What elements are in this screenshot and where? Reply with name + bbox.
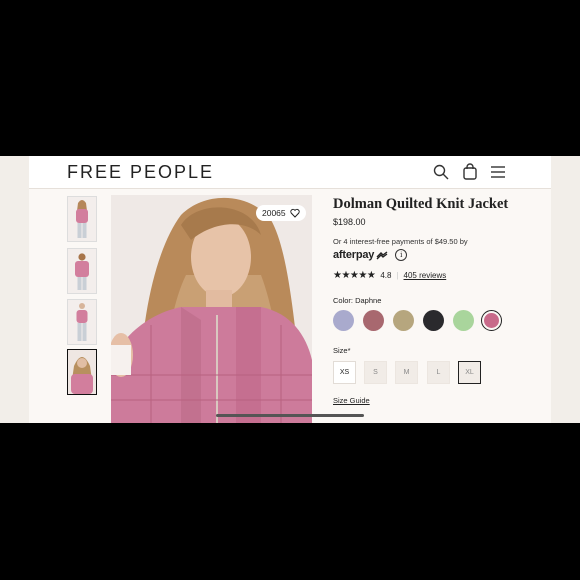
installment-text: Or 4 interest-free payments of $49.50 by — [333, 237, 468, 246]
swatch-dot — [453, 310, 474, 331]
product-page: FREE PEOPLE 20065 Dolman Quilted Knit Ja… — [29, 156, 551, 423]
swatch-dot — [484, 313, 499, 328]
size-option-l[interactable]: L — [427, 361, 450, 384]
afterpay-row: afterpay i — [333, 249, 543, 261]
color-swatch-2[interactable] — [363, 310, 384, 331]
color-swatch-1[interactable] — [333, 310, 354, 331]
size-option-xl[interactable]: XL — [458, 361, 481, 384]
size-option-s[interactable]: S — [364, 361, 387, 384]
product-info: Dolman Quilted Knit Jacket $198.00 Or 4 … — [333, 196, 543, 405]
color-swatch-5[interactable] — [453, 310, 474, 331]
thumbnail-2[interactable] — [67, 248, 97, 294]
info-icon[interactable]: i — [395, 249, 408, 261]
product-price: $198.00 — [333, 217, 366, 227]
color-swatch-6[interactable] — [481, 310, 502, 331]
swatch-dot — [363, 310, 384, 331]
rating-divider: | — [396, 271, 399, 280]
color-swatch-4[interactable] — [423, 310, 444, 331]
size-option-m[interactable]: M — [395, 361, 418, 384]
afterpay-logo: afterpay — [333, 249, 375, 261]
heart-icon — [289, 208, 300, 218]
horizontal-scrollbar[interactable] — [216, 414, 364, 417]
site-header: FREE PEOPLE — [29, 156, 551, 189]
swatch-dot — [423, 310, 444, 331]
color-swatch-3[interactable] — [393, 310, 414, 331]
size-label: Size* — [333, 346, 351, 355]
swatch-dot — [393, 310, 414, 331]
rating-row: ★★★★★ 4.8 | 405 reviews — [333, 270, 543, 281]
favorite-count: 20065 — [262, 208, 286, 218]
bag-icon[interactable] — [461, 163, 479, 181]
star-rating-icon: ★★★★★ — [333, 270, 376, 281]
size-options: XS S M L XL — [333, 361, 543, 387]
rating-value: 4.8 — [380, 271, 392, 280]
size-option-xs[interactable]: XS — [333, 361, 356, 384]
reviews-link[interactable]: 405 reviews — [404, 271, 447, 280]
size-guide-link[interactable]: Size Guide — [333, 396, 543, 405]
brand-logo[interactable]: FREE PEOPLE — [67, 162, 214, 183]
color-swatches — [333, 310, 543, 336]
search-icon[interactable] — [432, 163, 450, 181]
menu-icon[interactable] — [489, 163, 507, 181]
right-margin — [551, 156, 580, 423]
thumbnail-4[interactable] — [67, 349, 97, 395]
thumbnail-1[interactable] — [67, 196, 97, 242]
product-main-image[interactable]: 20065 — [111, 195, 312, 423]
swatch-dot — [333, 310, 354, 331]
thumbnail-3[interactable] — [67, 299, 97, 345]
product-title: Dolman Quilted Knit Jacket — [333, 196, 509, 212]
afterpay-arrows-icon — [376, 250, 388, 259]
favorite-badge[interactable]: 20065 — [256, 205, 306, 221]
color-label: Color: Daphne — [333, 296, 382, 305]
left-margin — [0, 156, 29, 423]
